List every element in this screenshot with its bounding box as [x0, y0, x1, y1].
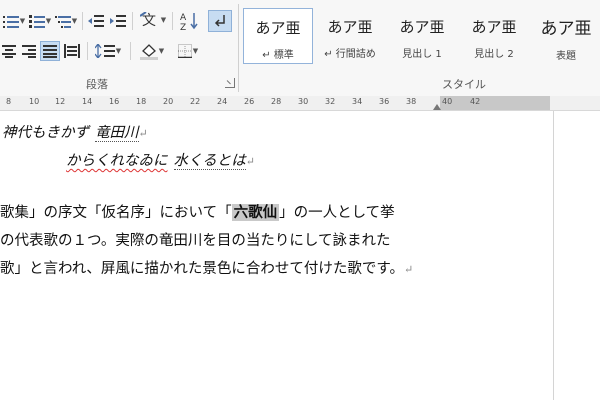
multilevel-list-icon [54, 14, 71, 28]
poem-text: 水くるとは [173, 153, 246, 170]
ruler-number: 30 [298, 97, 309, 106]
style-heading-1[interactable]: あア亜 見出し 1 [387, 8, 457, 64]
numbering-button[interactable]: ▼ [28, 12, 52, 30]
ruler-number: 34 [352, 97, 363, 106]
body-text: 」の一人として挙 [279, 205, 395, 221]
style-title[interactable]: あア亜 表題 [531, 8, 600, 64]
ruler-number: 28 [271, 97, 282, 106]
styles-gallery: あア亜 ↵ 標準 あア亜 ↵ 行間詰め あア亜 見出し 1 あア亜 見出し 2 … [243, 8, 600, 66]
align-center-button[interactable] [0, 42, 18, 60]
style-name: 見出し 2 [474, 49, 514, 60]
justify-button[interactable] [40, 41, 60, 61]
style-name: 表題 [556, 51, 576, 62]
ruler-number: 18 [136, 97, 147, 106]
body-text: 歌集」の序文「仮名序」において「 [0, 205, 232, 221]
style-name: ↵ 標準 [262, 50, 294, 61]
highlighted-text: 六歌仙 [231, 204, 280, 221]
style-no-spacing[interactable]: あア亜 ↵ 行間詰め [315, 8, 385, 64]
poem-text: からくれなゐに [66, 153, 168, 169]
ruler-number: 8 [6, 97, 12, 106]
numbering-icon [28, 14, 45, 28]
body-text: 歌」と言われ、屏風に描かれた景色に合わせて付けた歌です。 [0, 261, 404, 277]
style-heading-2[interactable]: あア亜 見出し 2 [459, 8, 529, 64]
style-sample: あア亜 [471, 18, 517, 36]
ruler-number: 40 [442, 97, 453, 106]
poem-line-2: からくれなゐに 水くるとは↵ [66, 149, 255, 170]
style-sample: あア亜 [327, 18, 373, 36]
ruler-number: 16 [109, 97, 120, 106]
ruler-number: 10 [29, 97, 40, 106]
ruler-number: 12 [55, 97, 66, 106]
bullets-button[interactable]: ▼ [2, 12, 26, 30]
styles-group-label: スタイル [442, 78, 486, 91]
line-spacing-icon [94, 44, 115, 58]
ruler-number: 22 [190, 97, 201, 106]
horizontal-ruler[interactable]: 8 10 12 14 16 18 20 22 24 26 28 30 32 34… [0, 96, 600, 111]
style-name: 見出し 1 [402, 49, 442, 60]
increase-indent-button[interactable] [108, 12, 128, 30]
sort-button[interactable]: AZ [178, 10, 202, 32]
style-sample: あア亜 [540, 19, 592, 39]
asian-layout-button[interactable]: 文 ▼ [138, 10, 168, 30]
decrease-indent-icon [88, 14, 104, 28]
distributed-button[interactable] [62, 42, 82, 60]
borders-button[interactable]: ▼ [172, 42, 204, 60]
bullets-icon [2, 14, 19, 28]
line-spacing-button[interactable]: ▼ [92, 42, 124, 60]
ruler-number: 14 [82, 97, 93, 106]
svg-text:Z: Z [180, 23, 186, 31]
page-right-area [553, 111, 600, 400]
svg-text:A: A [180, 13, 187, 23]
increase-indent-icon [110, 14, 126, 28]
paragraph-mark: ↵ [245, 155, 255, 168]
style-sample: あア亜 [255, 19, 301, 37]
shading-icon [139, 42, 158, 60]
ruler-number: 36 [379, 97, 390, 106]
align-center-icon [2, 44, 16, 58]
style-normal[interactable]: あア亜 ↵ 標準 [243, 8, 313, 64]
body-line-3: 歌」と言われ、屏風に描かれた景色に合わせて付けた歌です。↵ [0, 257, 413, 278]
paragraph-mark: ↵ [403, 263, 414, 276]
ribbon: ▼ ▼ ▼ 文 ▼ AZ ▼ ▼ ▼ 段落 あア亜 ↵ 標準 あア亜 ↵ 行間詰… [0, 0, 600, 97]
align-right-button[interactable] [20, 42, 38, 60]
sort-icon: AZ [180, 11, 200, 31]
ruler-margin-area [440, 96, 550, 110]
body-line-1: 歌集」の序文「仮名序」において「 六歌仙 」の一人として挙 [0, 201, 395, 222]
poem-line-1: 神代もきかず 竜田川↵ [2, 121, 148, 142]
ruler-number: 26 [244, 97, 255, 106]
shading-button[interactable]: ▼ [136, 40, 168, 62]
align-right-icon [22, 44, 36, 58]
ruler-number: 38 [406, 97, 417, 106]
distributed-icon [64, 44, 80, 58]
decrease-indent-button[interactable] [86, 12, 106, 30]
ruler-number: 24 [217, 97, 228, 106]
paragraph-dialog-launcher[interactable] [225, 78, 235, 88]
show-marks-icon [212, 13, 228, 29]
paragraph-group-label: 段落 [86, 78, 108, 91]
borders-icon [177, 44, 192, 58]
poem-text: 神代もきかず [2, 125, 89, 141]
right-indent-marker[interactable] [433, 104, 441, 110]
show-marks-button[interactable] [208, 10, 232, 32]
style-sample: あア亜 [399, 18, 445, 36]
paragraph-mark: ↵ [138, 127, 148, 140]
multilevel-list-button[interactable]: ▼ [54, 12, 78, 30]
ruler-number: 42 [470, 97, 481, 106]
body-line-2: の代表歌の１つ。実際の竜田川を目の当たりにして詠まれた [0, 233, 391, 249]
ruler-number: 32 [325, 97, 336, 106]
asian-layout-icon: 文 [139, 12, 160, 28]
ruler-number: 20 [163, 97, 174, 106]
poem-text: 竜田川 [95, 125, 139, 142]
document-page[interactable]: 神代もきかず 竜田川↵ からくれなゐに 水くるとは↵ 歌集」の序文「仮名序」において… [0, 111, 553, 400]
justify-icon [43, 44, 57, 58]
svg-text:文: 文 [142, 13, 156, 28]
style-name: ↵ 行間詰め [324, 49, 376, 60]
